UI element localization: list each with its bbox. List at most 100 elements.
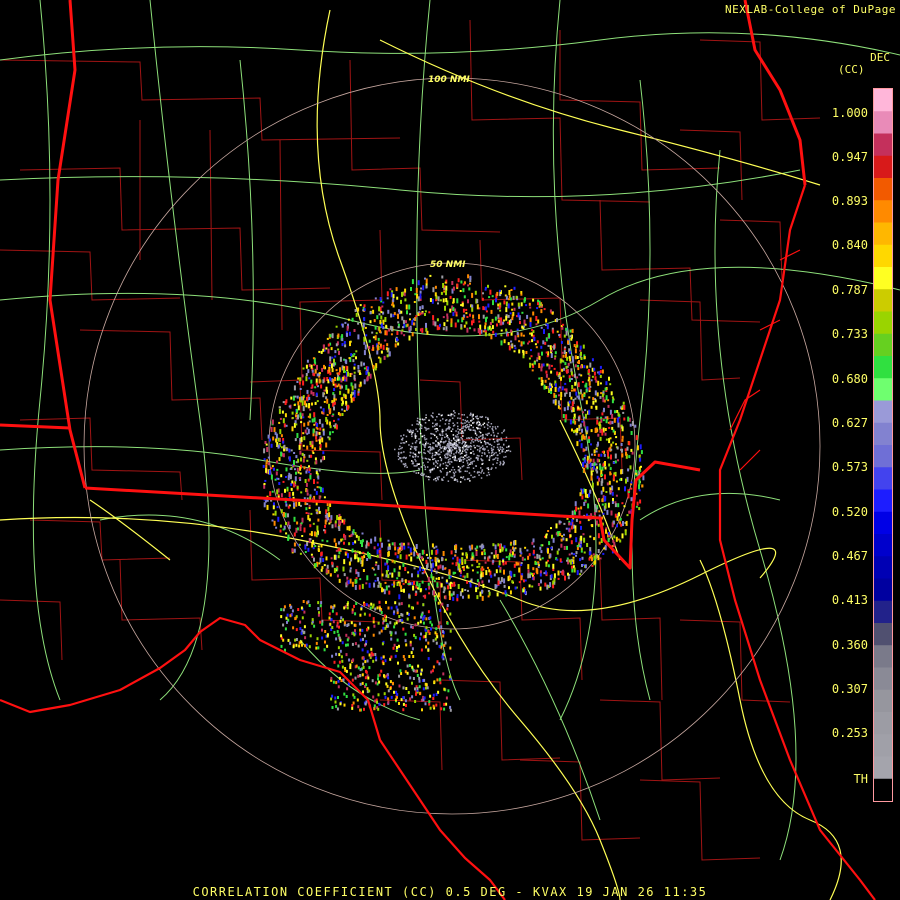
- echo-speckle: [372, 364, 375, 369]
- echo-speckle: [403, 442, 406, 444]
- echo-speckle: [565, 527, 568, 530]
- echo-speckle: [346, 526, 349, 531]
- echo-speckle: [404, 639, 407, 643]
- echo-speckle: [583, 551, 586, 554]
- echo-speckle: [548, 541, 551, 546]
- echo-speckle: [602, 419, 605, 422]
- echo-speckle: [513, 547, 516, 552]
- echo-speckle: [594, 376, 597, 381]
- echo-speckle: [481, 595, 484, 601]
- echo-speckle: [311, 418, 314, 423]
- echo-speckle: [601, 412, 604, 416]
- echo-speckle: [411, 424, 413, 426]
- echo-speckle: [303, 422, 306, 427]
- echo-speckle: [567, 572, 569, 576]
- echo-speckle: [350, 533, 353, 537]
- legend-swatch: [874, 600, 892, 624]
- echo-speckle: [617, 412, 620, 417]
- echo-speckle: [447, 689, 450, 693]
- echo-speckle: [630, 431, 633, 435]
- echo-speckle: [457, 469, 460, 471]
- echo-speckle: [476, 437, 479, 440]
- echo-speckle: [444, 436, 446, 438]
- echo-speckle: [473, 429, 475, 431]
- echo-speckle: [421, 708, 423, 712]
- echo-speckle: [487, 418, 489, 421]
- echo-speckle: [492, 330, 495, 334]
- echo-speckle: [315, 460, 318, 465]
- echo-speckle: [437, 466, 439, 469]
- echo-speckle: [452, 596, 455, 601]
- echo-speckle: [373, 624, 376, 628]
- echo-speckle: [445, 326, 448, 331]
- echo-speckle: [478, 445, 480, 447]
- echo-speckle: [471, 544, 474, 550]
- echo-speckle: [424, 634, 427, 638]
- echo-speckle: [409, 697, 412, 701]
- echo-speckle: [436, 660, 439, 664]
- echo-speckle: [479, 427, 481, 430]
- echo-speckle: [580, 550, 583, 553]
- echo-speckle: [552, 537, 555, 543]
- echo-speckle: [447, 444, 450, 447]
- echo-speckle: [436, 445, 438, 448]
- echo-speckle: [493, 434, 496, 437]
- echo-speckle: [407, 546, 410, 549]
- echo-speckle: [301, 629, 304, 633]
- echo-speckle: [434, 477, 437, 480]
- echo-speckle: [400, 310, 403, 314]
- echo-speckle: [559, 407, 562, 410]
- echo-speckle: [439, 469, 442, 472]
- echo-speckle: [627, 416, 630, 422]
- echo-speckle: [435, 436, 438, 438]
- echo-speckle: [280, 608, 283, 612]
- echo-speckle: [460, 456, 462, 458]
- echo-speckle: [302, 380, 305, 386]
- echo-speckle: [581, 393, 584, 399]
- echo-speckle: [480, 477, 483, 479]
- echo-speckle: [480, 458, 482, 460]
- echo-speckle: [351, 678, 354, 682]
- echo-speckle: [318, 419, 321, 425]
- echo-speckle: [582, 462, 585, 467]
- echo-speckle: [398, 644, 400, 648]
- echo-speckle: [397, 342, 400, 346]
- echo-speckle: [372, 659, 375, 663]
- echo-speckle: [266, 499, 269, 502]
- legend-swatch: [874, 133, 892, 157]
- echo-speckle: [577, 367, 580, 371]
- echo-speckle: [496, 291, 499, 296]
- echo-speckle: [372, 346, 375, 351]
- echo-speckle: [398, 684, 401, 688]
- echo-speckle: [560, 340, 563, 344]
- echo-speckle: [590, 429, 593, 433]
- echo-speckle: [476, 579, 479, 583]
- echo-speckle: [302, 432, 305, 435]
- echo-speckle: [461, 302, 464, 307]
- echo-speckle: [406, 466, 408, 468]
- echo-speckle: [604, 474, 606, 480]
- echo-speckle: [440, 447, 443, 449]
- echo-speckle: [329, 372, 332, 376]
- echo-speckle: [351, 706, 354, 710]
- echo-speckle: [351, 659, 354, 663]
- echo-speckle: [496, 592, 499, 597]
- echo-speckle: [354, 676, 357, 680]
- echo-speckle: [505, 455, 507, 458]
- echo-speckle: [579, 520, 582, 524]
- echo-speckle: [289, 468, 292, 470]
- echo-speckle: [390, 313, 393, 318]
- echo-speckle: [285, 467, 288, 472]
- echo-speckle: [436, 477, 439, 479]
- echo-speckle: [405, 687, 408, 690]
- echo-speckle: [485, 416, 487, 419]
- echo-speckle: [383, 355, 386, 360]
- echo-speckle: [549, 382, 551, 386]
- echo-speckle: [295, 628, 298, 632]
- echo-speckle: [448, 441, 450, 443]
- echo-speckle: [394, 343, 397, 348]
- echo-speckle: [590, 470, 593, 476]
- echo-speckle: [284, 413, 287, 418]
- legend-swatch: [874, 289, 892, 312]
- echo-speckle: [432, 412, 434, 414]
